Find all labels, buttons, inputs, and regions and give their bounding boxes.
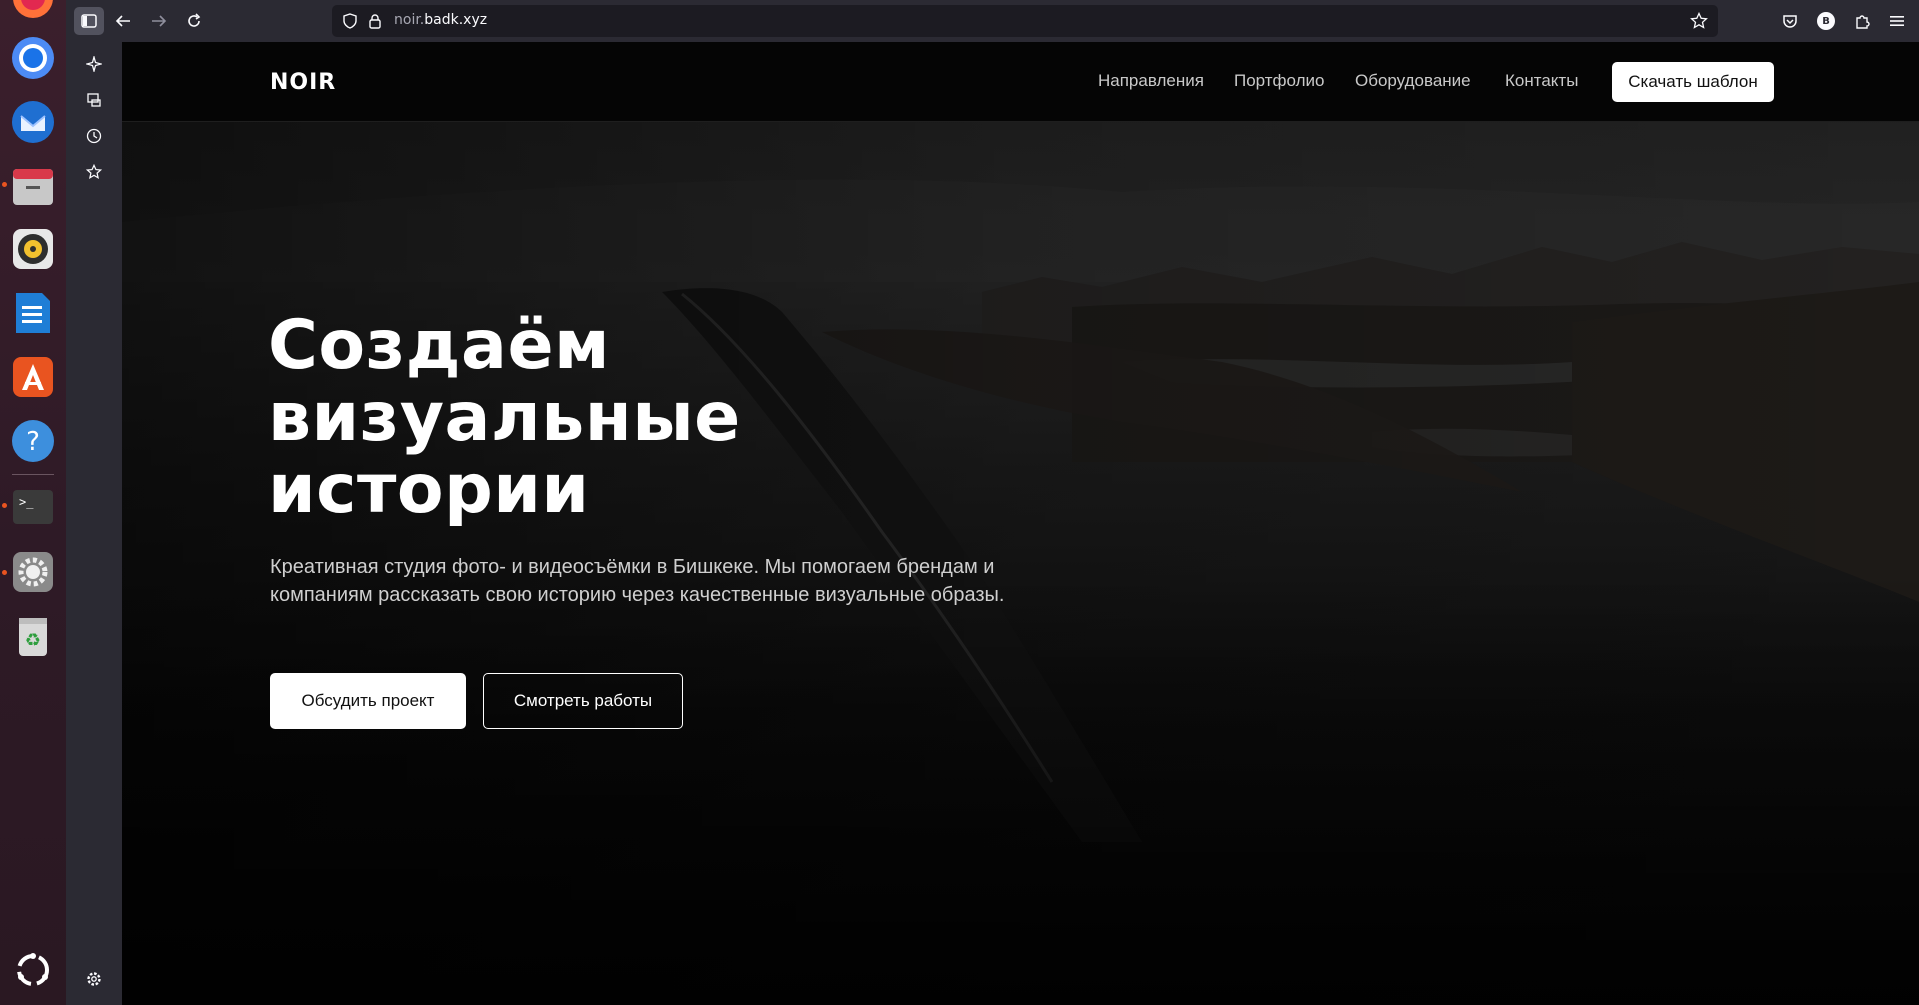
synced-tabs-icon[interactable] [82, 88, 106, 112]
hero-title-line: истории [268, 450, 590, 529]
hero-title: Создаём визуальные истории [268, 310, 968, 526]
running-indicator [2, 570, 7, 575]
settings-icon[interactable] [9, 548, 57, 596]
sidebar-toggle-icon[interactable] [74, 7, 104, 35]
help-icon[interactable]: ? [9, 417, 57, 465]
thunderbird-icon[interactable] [9, 98, 57, 146]
back-arrow-icon[interactable] [108, 7, 138, 35]
url-domain: badk.xyz [424, 12, 488, 28]
bookmark-star-icon[interactable] [1690, 11, 1708, 34]
ubuntu-dock: ? >_ ♻ [0, 0, 66, 1005]
svg-text:♻: ♻ [25, 630, 41, 651]
dock-separator [12, 474, 54, 475]
trash-icon[interactable]: ♻ [9, 612, 57, 660]
app-center-icon[interactable] [9, 353, 57, 401]
page-viewport: NOIR Направления Портфолио Оборудование … [122, 42, 1919, 1005]
extensions-icon[interactable] [1847, 7, 1877, 35]
address-bar[interactable]: noir.badk.xyz [332, 5, 1718, 37]
profile-initial: B [1817, 12, 1835, 30]
ai-chatbot-icon[interactable] [82, 52, 106, 76]
chromium-icon[interactable] [9, 34, 57, 82]
hero-title-line: визуальные [268, 378, 741, 457]
browser-sidebar [66, 42, 122, 1005]
reload-icon[interactable] [179, 7, 209, 35]
lock-icon[interactable] [368, 13, 382, 33]
account-avatar[interactable]: B [1811, 7, 1841, 35]
discuss-project-button[interactable]: Обсудить проект [270, 673, 466, 729]
history-clock-icon[interactable] [82, 124, 106, 148]
pocket-icon[interactable] [1775, 7, 1805, 35]
writer-icon[interactable] [9, 289, 57, 337]
bookmarks-star-icon[interactable] [82, 160, 106, 184]
url-subdomain: noir. [394, 12, 425, 28]
view-works-button[interactable]: Смотреть работы [483, 673, 683, 729]
sidebar-settings-gear-icon[interactable] [82, 967, 106, 991]
files-icon[interactable] [9, 162, 57, 210]
firefox-icon[interactable] [9, 0, 57, 22]
download-template-button[interactable]: Скачать шаблон [1612, 62, 1774, 102]
hero-subtitle: Креативная студия фото- и видеосъёмки в … [270, 556, 1005, 606]
nav-link-equipment[interactable]: Оборудование [1355, 71, 1471, 91]
site-logo[interactable]: NOIR [270, 70, 336, 95]
running-indicator [2, 503, 7, 508]
svg-text:?: ? [26, 427, 40, 457]
nav-link-contacts[interactable]: Контакты [1505, 71, 1578, 91]
hero-title-line: Создаём [268, 306, 611, 385]
nav-link-directions[interactable]: Направления [1098, 71, 1204, 91]
site-navbar: NOIR Направления Портфолио Оборудование … [122, 42, 1919, 122]
forward-arrow-icon[interactable] [144, 7, 174, 35]
running-indicator [2, 182, 7, 187]
browser-toolbar: noir.badk.xyz B [66, 0, 1919, 42]
menu-hamburger-icon[interactable] [1882, 7, 1912, 35]
rhythmbox-icon[interactable] [9, 225, 57, 273]
show-apps-icon[interactable] [9, 946, 57, 994]
tracking-shield-icon[interactable] [342, 13, 358, 33]
svg-text:>_: >_ [19, 495, 34, 509]
url-text[interactable]: noir.badk.xyz [394, 12, 487, 28]
nav-link-portfolio[interactable]: Портфолио [1234, 71, 1324, 91]
terminal-icon[interactable]: >_ [9, 483, 57, 531]
